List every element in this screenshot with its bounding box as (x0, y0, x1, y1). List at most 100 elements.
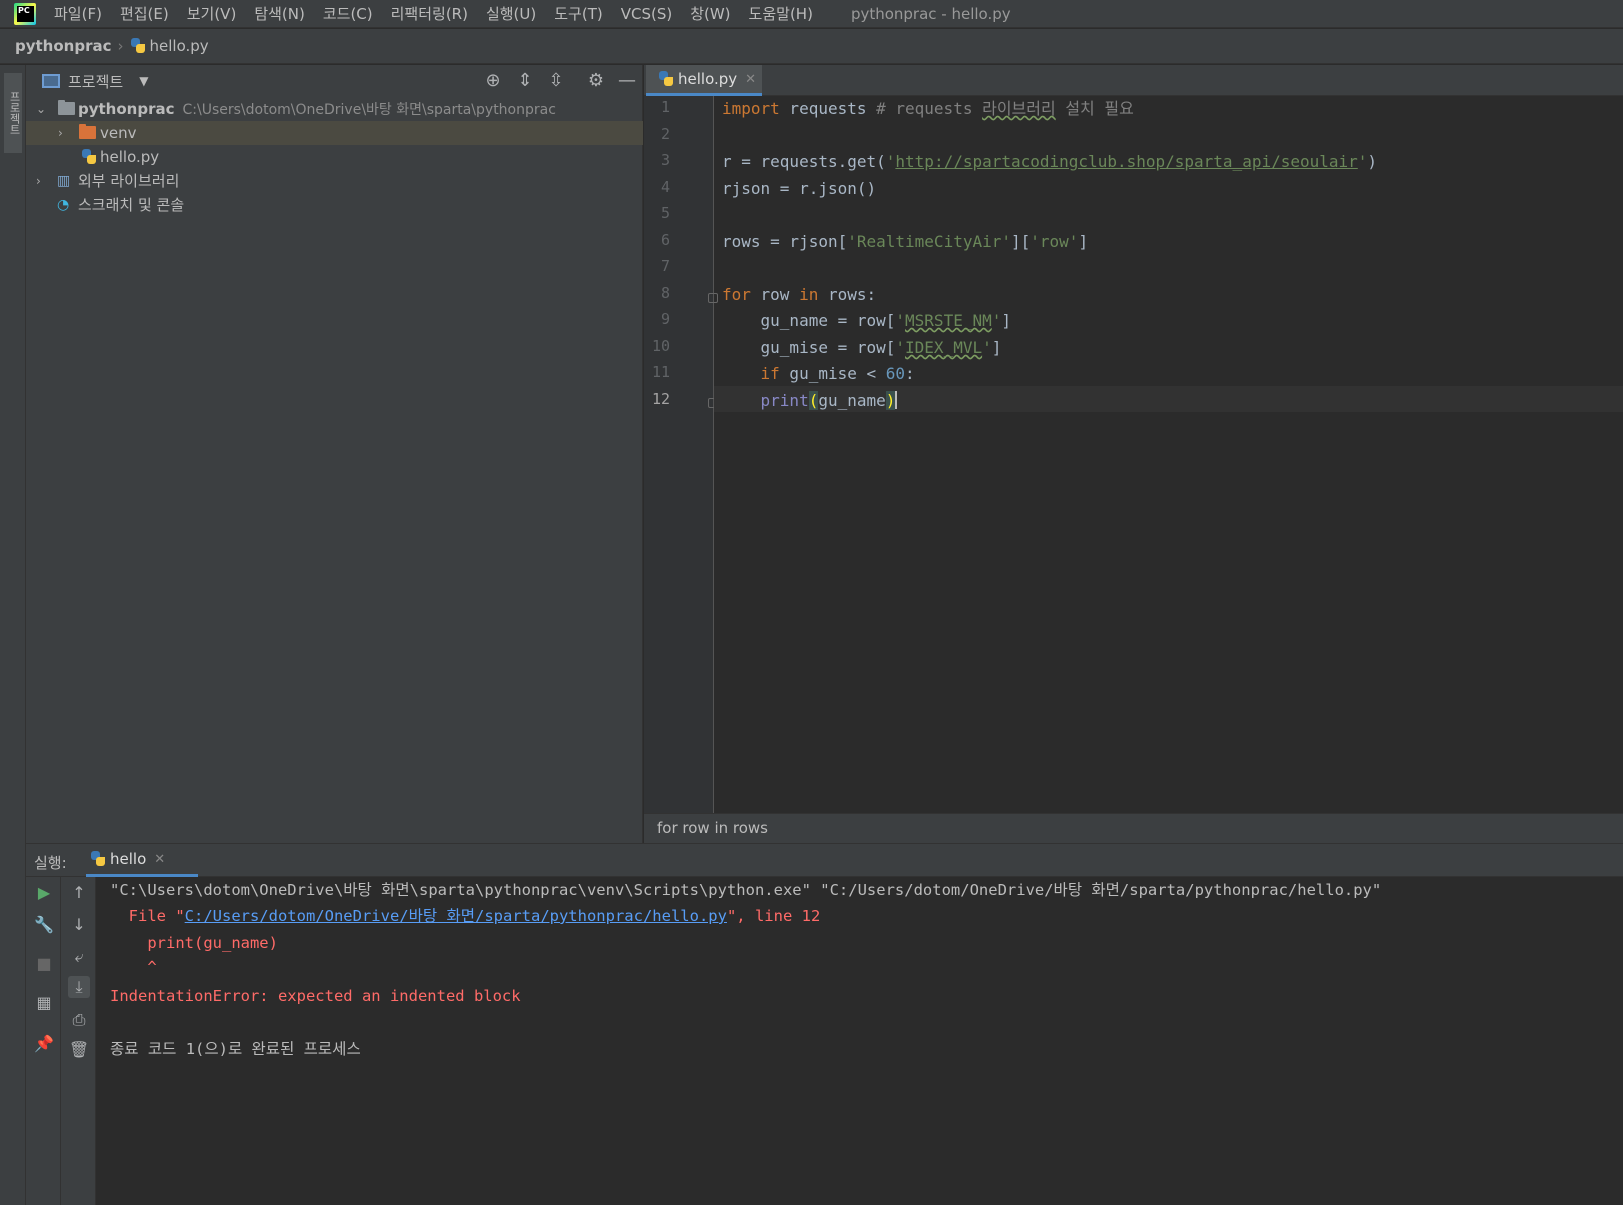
gear-icon[interactable]: ⚙ (586, 71, 606, 91)
breadcrumb-separator-icon: › (117, 37, 124, 55)
line-number: 10 (651, 337, 670, 355)
tree-item-root[interactable]: ⌄ pythonprac C:\Users\dotom\OneDrive\바탕 화… (26, 97, 643, 121)
menu-window[interactable]: 창(W) (690, 3, 730, 24)
console-traceback-file: File "C:/Users/dotom/OneDrive/바탕 화면/spar… (110, 907, 821, 925)
pin-icon[interactable]: 📌 (33, 1033, 55, 1055)
tree-item-scratches[interactable]: ◔ 스크래치 및 콘솔 (26, 193, 643, 217)
code-line-8[interactable]: for row in rows: (722, 282, 876, 308)
tree-item-hello-py[interactable]: hello.py (26, 145, 643, 169)
editor-breadcrumb-status[interactable]: for row in rows (644, 813, 1623, 843)
expand-all-icon[interactable]: ⇕ (515, 71, 535, 91)
run-toolbar-primary: ▶ 🔧 ■ ▦ 📌 (26, 877, 61, 1205)
project-panel-title[interactable]: 프로젝트 (68, 71, 123, 92)
line-number: 3 (660, 151, 670, 169)
close-icon[interactable]: ✕ (745, 72, 756, 87)
tree-file-label: hello.py (100, 148, 160, 166)
line-number: 5 (660, 204, 670, 222)
arrow-down-icon[interactable]: ↓ (68, 914, 90, 936)
line-number: 8 (660, 284, 670, 302)
breadcrumb-file[interactable]: hello.py (150, 37, 209, 55)
breadcrumb: pythonprac › hello.py (0, 29, 1623, 64)
tab-label: hello.py (678, 70, 738, 88)
breadcrumb-project[interactable]: pythonprac (15, 37, 112, 55)
editor: hello.py ✕ 1 2 3 4 5 6 7 8 9 10 11 12 im… (644, 65, 1623, 843)
menu-run[interactable]: 실행(U) (486, 3, 536, 24)
run-tab-label: hello (110, 850, 147, 868)
code-line-1[interactable]: import requests # requests 라이브러리 설치 필요 (722, 96, 1134, 122)
run-panel-label: 실행: (34, 854, 67, 872)
menu-help[interactable]: 도움말(H) (749, 3, 813, 24)
layout-icon[interactable]: ▦ (33, 992, 55, 1014)
python-file-icon (130, 38, 146, 54)
chevron-right-icon[interactable]: › (36, 169, 41, 193)
run-console[interactable]: "C:\Users\dotom\OneDrive\바탕 화면\sparta\py… (96, 877, 1623, 1205)
code-line-10[interactable]: gu_mise = row['IDEX_MVL'] (722, 335, 1002, 361)
stripe-project-button[interactable]: 프로젝트 (4, 73, 22, 153)
project-panel-header: 프로젝트 ▼ ⊕ ⇕ ⇳ ⚙ — (26, 65, 643, 97)
tree-root-label: pythonprac (78, 100, 175, 118)
window-title: pythonprac - hello.py (850, 4, 1011, 23)
chevron-down-icon[interactable]: ⌄ (36, 97, 46, 121)
tree-item-venv[interactable]: › venv (26, 121, 643, 145)
code-line-12[interactable]: print(gu_name) (722, 388, 898, 414)
console-command-line: "C:\Users\dotom\OneDrive\바탕 화면\sparta\py… (110, 881, 1382, 899)
folder-icon (58, 100, 75, 115)
fold-marker-icon[interactable] (708, 293, 718, 303)
library-icon: ▥ (57, 173, 71, 189)
chevron-right-icon[interactable]: › (58, 121, 63, 145)
menu-navigate[interactable]: 탐색(N) (254, 3, 305, 24)
stop-icon[interactable]: ■ (33, 953, 55, 975)
line-number: 2 (660, 125, 670, 143)
console-error-caret: ^ (110, 958, 157, 976)
editor-tab-bar: hello.py ✕ (644, 65, 1623, 96)
code-line-3[interactable]: r = requests.get('http://spartacodingclu… (722, 149, 1377, 175)
line-number: 4 (660, 178, 670, 196)
minimize-icon[interactable]: — (617, 71, 637, 91)
trash-icon[interactable]: 🗑 (68, 1039, 90, 1061)
print-icon[interactable]: ⎙ (68, 1009, 90, 1031)
tree-external-libs-label: 외부 라이브러리 (78, 172, 180, 190)
pycharm-logo-icon[interactable] (14, 2, 36, 25)
arrow-up-icon[interactable]: ↑ (68, 882, 90, 904)
scroll-to-end-icon[interactable]: ⤓ (68, 976, 90, 998)
project-panel: 프로젝트 ▼ ⊕ ⇕ ⇳ ⚙ — ⌄ pythonprac C:\Users\do… (26, 65, 643, 843)
python-file-icon (81, 149, 97, 165)
line-number: 9 (660, 310, 670, 328)
console-exit-message: 종료 코드 1(으)로 완료된 프로세스 (110, 1040, 361, 1058)
console-error-message: IndentationError: expected an indented b… (110, 987, 521, 1005)
wrench-icon[interactable]: 🔧 (33, 914, 55, 936)
menu-edit[interactable]: 편집(E) (120, 3, 169, 24)
soft-wrap-icon[interactable]: ⤶ (68, 946, 90, 968)
code-line-9[interactable]: gu_name = row['MSRSTE_NM'] (722, 308, 1011, 334)
tree-venv-label: venv (100, 124, 137, 142)
chevron-down-icon[interactable]: ▼ (139, 74, 148, 88)
menu-tools[interactable]: 도구(T) (554, 3, 602, 24)
console-file-link[interactable]: C:/Users/dotom/OneDrive/바탕 화면/sparta/pyt… (185, 907, 727, 925)
locate-icon[interactable]: ⊕ (483, 71, 503, 91)
menu-view[interactable]: 보기(V) (187, 3, 237, 24)
menu-bar: 파일(F) 편집(E) 보기(V) 탐색(N) 코드(C) 리팩터링(R) 실행… (0, 0, 1623, 28)
run-tab-hello[interactable]: hello ✕ (86, 844, 198, 877)
collapse-all-icon[interactable]: ⇳ (546, 71, 566, 91)
code-line-4[interactable]: rjson = r.json() (722, 176, 876, 202)
menu-vcs[interactable]: VCS(S) (621, 5, 672, 23)
line-number-gutter: 1 2 3 4 5 6 7 8 9 10 11 12 (644, 96, 718, 813)
python-file-icon (658, 71, 674, 87)
project-window-icon (42, 74, 60, 88)
menu-file[interactable]: 파일(F) (54, 3, 102, 24)
close-icon[interactable]: ✕ (154, 852, 165, 867)
menu-code[interactable]: 코드(C) (323, 3, 373, 24)
menu-refactor[interactable]: 리팩터링(R) (391, 3, 468, 24)
console-error-code: print(gu_name) (110, 934, 278, 952)
left-tool-stripe: 프로젝트 (0, 65, 26, 1205)
tree-item-external-libraries[interactable]: › ▥ 외부 라이브러리 (26, 169, 643, 193)
code-line-6[interactable]: rows = rjson['RealtimeCityAir']['row'] (722, 229, 1088, 255)
tree-root-path: C:\Users\dotom\OneDrive\바탕 화면\sparta\pyt… (182, 102, 556, 118)
tab-hello-py[interactable]: hello.py ✕ (646, 65, 762, 96)
scratches-icon: ◔ (57, 197, 70, 213)
rerun-icon[interactable]: ▶ (33, 882, 55, 904)
python-file-icon (90, 851, 106, 867)
text-caret (895, 391, 898, 409)
code-line-11[interactable]: if gu_mise < 60: (722, 361, 915, 387)
line-number: 11 (651, 363, 670, 381)
